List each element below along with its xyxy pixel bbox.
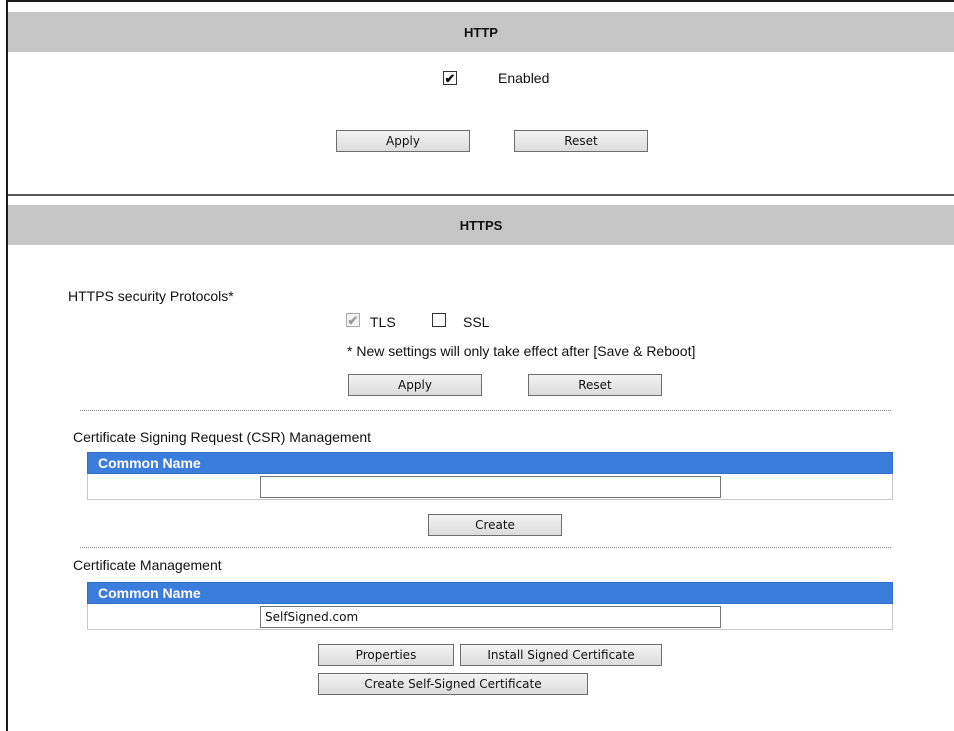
checkmark-icon: ✔: [444, 70, 456, 86]
http-section-header: HTTP: [8, 12, 954, 52]
csr-section-title: Certificate Signing Request (CSR) Manage…: [73, 429, 372, 445]
section-divider: [8, 194, 954, 196]
cert-section-title: Certificate Management: [73, 557, 222, 573]
https-protocols-label: HTTPS security Protocols*: [68, 288, 234, 304]
https-reset-button[interactable]: Reset: [528, 374, 662, 396]
cert-table: Common Name: [87, 582, 893, 630]
https-section-header: HTTPS: [8, 205, 954, 245]
cert-common-name-header: Common Name: [98, 585, 201, 601]
http-reset-button[interactable]: Reset: [514, 130, 648, 152]
panel-left-border: [6, 0, 8, 731]
csr-table: Common Name: [87, 452, 893, 500]
cert-properties-button[interactable]: Properties: [318, 644, 454, 666]
dotted-separator: [80, 410, 891, 411]
https-apply-button[interactable]: Apply: [348, 374, 482, 396]
tls-checkbox[interactable]: ✔: [346, 313, 360, 327]
dotted-separator: [80, 547, 891, 548]
csr-common-name-input[interactable]: [260, 476, 721, 498]
settings-panel: HTTP ✔ Enabled Apply Reset HTTPS HTTPS s…: [0, 0, 954, 731]
https-reboot-note: * New settings will only take effect aft…: [347, 343, 696, 359]
csr-table-header: Common Name: [87, 452, 893, 474]
http-enabled-checkbox[interactable]: ✔: [443, 71, 457, 85]
csr-table-row: [87, 474, 893, 500]
panel-top-border: [6, 0, 954, 2]
http-section-title: HTTP: [464, 24, 498, 40]
ssl-checkbox[interactable]: [432, 313, 446, 327]
ssl-label: SSL: [463, 314, 490, 330]
checkmark-icon: ✔: [347, 312, 359, 328]
csr-common-name-header: Common Name: [98, 455, 201, 471]
http-enabled-label: Enabled: [498, 70, 550, 86]
create-self-signed-certificate-button[interactable]: Create Self-Signed Certificate: [318, 673, 588, 695]
https-section-title: HTTPS: [459, 217, 503, 233]
cert-table-header: Common Name: [87, 582, 893, 604]
csr-create-button[interactable]: Create: [428, 514, 562, 536]
tls-label: TLS: [370, 314, 396, 330]
cert-common-name-input[interactable]: [260, 606, 721, 628]
install-signed-certificate-button[interactable]: Install Signed Certificate: [460, 644, 662, 666]
http-apply-button[interactable]: Apply: [336, 130, 470, 152]
cert-table-row: [87, 604, 893, 630]
